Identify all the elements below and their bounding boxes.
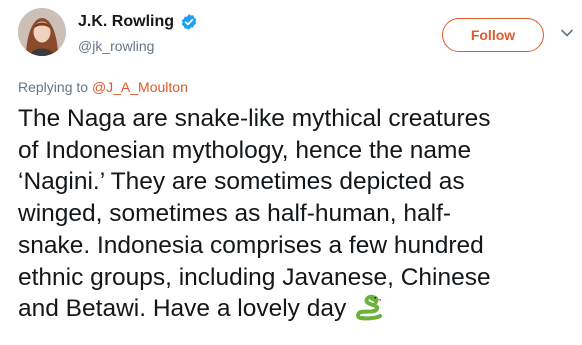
verified-badge-icon	[180, 13, 198, 31]
reply-mention-link[interactable]: @J_A_Moulton	[92, 79, 188, 95]
author-handle[interactable]: @jk_rowling	[78, 38, 154, 54]
replying-to: Replying to @J_A_Moulton	[18, 79, 188, 95]
snake-emoji-icon	[355, 294, 383, 322]
tweet-body: The Naga are snake-like mythical creatur…	[18, 105, 491, 323]
replying-to-label: Replying to	[18, 79, 92, 95]
tweet-text: The Naga are snake-like mythical creatur…	[18, 103, 578, 325]
author-name-row: J.K. Rowling	[78, 13, 198, 31]
author-display-name[interactable]: J.K. Rowling	[78, 13, 174, 31]
avatar[interactable]	[18, 8, 66, 56]
follow-button[interactable]: Follow	[442, 18, 544, 52]
chevron-down-icon[interactable]	[560, 26, 574, 40]
